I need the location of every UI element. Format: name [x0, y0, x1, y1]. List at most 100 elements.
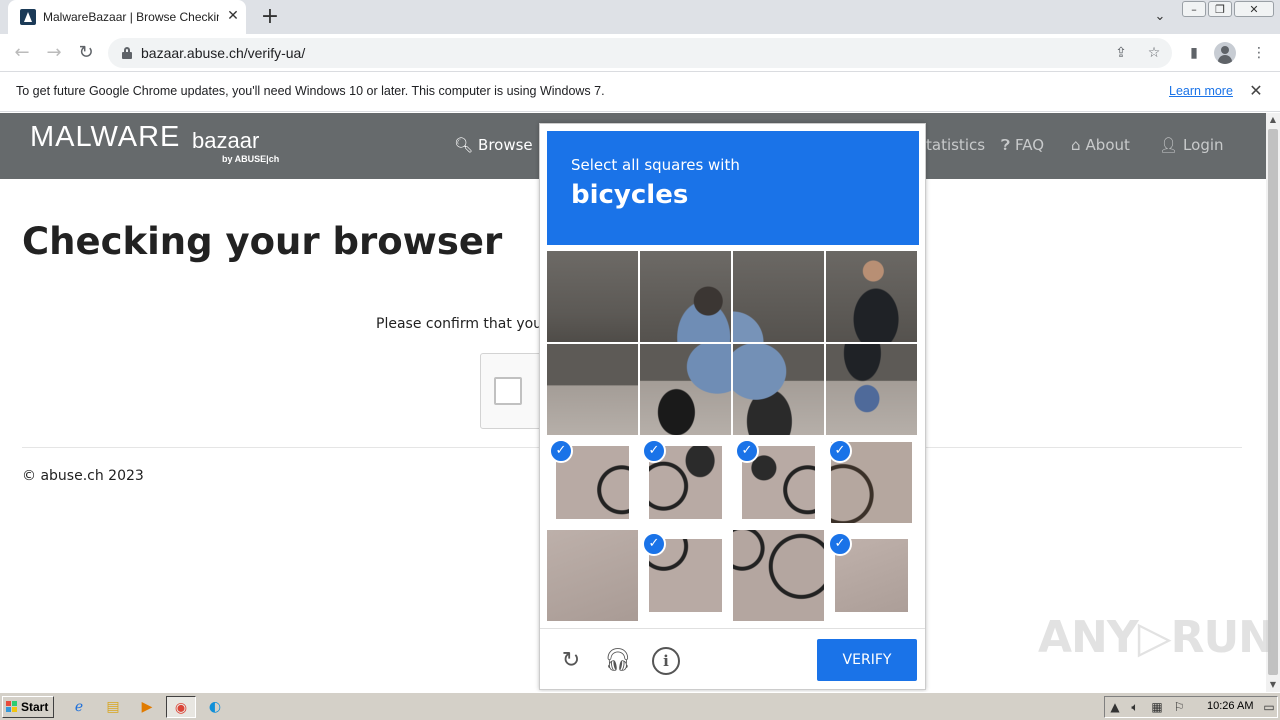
- challenge-tile[interactable]: [826, 344, 917, 435]
- tile-image: [733, 530, 824, 621]
- edge-icon[interactable]: ◐: [202, 696, 228, 718]
- forward-arrow-icon[interactable]: →: [40, 39, 68, 67]
- tile-image: [547, 344, 638, 435]
- show-desktop-icon[interactable]: ▭: [1261, 699, 1277, 715]
- nav-browse[interactable]: 🔍︎ Browse: [454, 136, 533, 154]
- challenge-tile[interactable]: [640, 344, 731, 435]
- lock-icon[interactable]: [122, 47, 132, 59]
- nav-about[interactable]: ⌂ About: [1071, 136, 1130, 154]
- start-label: Start: [21, 700, 49, 714]
- anyrun-watermark: ANY▷RUN: [1038, 612, 1275, 663]
- infobar-message: To get future Google Chrome updates, you…: [16, 84, 605, 98]
- tile-image: [547, 251, 638, 342]
- tile-image: [547, 530, 638, 621]
- challenge-tile-selected[interactable]: ✓: [826, 530, 917, 621]
- action-center-flag-icon[interactable]: ⚐: [1171, 699, 1187, 715]
- file-explorer-icon[interactable]: ▤: [100, 696, 126, 718]
- info-icon[interactable]: i: [652, 647, 680, 675]
- maximize-button[interactable]: ❐: [1208, 1, 1232, 17]
- tile-image: [733, 344, 824, 435]
- page-title: Checking your browser: [22, 220, 503, 263]
- nav-statistics[interactable]: tatistics: [926, 136, 985, 154]
- nav-about-label: About: [1085, 136, 1130, 154]
- browser-tab[interactable]: MalwareBazaar | Browse Checking y ✕: [8, 0, 246, 34]
- recaptcha-checkbox[interactable]: [494, 377, 522, 405]
- malwarebazaar-favicon-icon: [20, 9, 36, 25]
- challenge-footer: ↻ 🎧︎ i VERIFY: [540, 628, 925, 690]
- logo-bazaar[interactable]: bazaar: [192, 128, 259, 154]
- menu-dots-icon[interactable]: ⋮: [1248, 42, 1270, 64]
- start-button[interactable]: Start: [2, 696, 54, 718]
- tab-strip: MalwareBazaar | Browse Checking y ✕ + ⌄ …: [0, 0, 1280, 34]
- challenge-tile-selected[interactable]: ✓: [640, 530, 731, 621]
- side-panel-icon[interactable]: ▮: [1183, 42, 1205, 64]
- tile-image: [640, 251, 731, 342]
- back-arrow-icon[interactable]: ←: [8, 39, 36, 67]
- verify-button[interactable]: VERIFY: [817, 639, 917, 681]
- volume-icon[interactable]: 🔈︎: [1127, 699, 1143, 715]
- tab-title: MalwareBazaar | Browse Checking y: [43, 10, 219, 24]
- check-circle-icon: ✓: [642, 439, 666, 463]
- scroll-up-arrow-icon[interactable]: ▲: [1266, 113, 1280, 127]
- tab-close-icon[interactable]: ✕: [224, 7, 242, 25]
- star-icon[interactable]: ☆: [1143, 42, 1165, 64]
- browser-toolbar: ← → ↻ bazaar.abuse.ch/verify-ua/ ⇪ ☆ ▮ ⋮: [0, 34, 1280, 72]
- windows-logo-icon: [6, 701, 18, 713]
- tile-image: [733, 251, 824, 342]
- tile-image: [826, 344, 917, 435]
- building-icon: ⌂: [1071, 136, 1081, 154]
- logo-abuse-ch: by ABUSE|ch: [222, 154, 280, 164]
- tab-search-icon[interactable]: ⌄: [1148, 5, 1172, 29]
- internet-explorer-icon[interactable]: ℯ: [66, 696, 92, 718]
- headphones-audio-icon[interactable]: 🎧︎: [604, 647, 632, 675]
- challenge-grid: ✓ ✓ ✓ ✓ ✓ ✓: [547, 251, 919, 623]
- scroll-thumb[interactable]: [1268, 129, 1278, 675]
- challenge-tile[interactable]: [733, 251, 824, 342]
- url-text[interactable]: bazaar.abuse.ch/verify-ua/: [141, 45, 305, 61]
- window-close-button[interactable]: ✕: [1234, 1, 1274, 17]
- clock[interactable]: 10:26 AM: [1207, 700, 1253, 712]
- check-circle-icon: ✓: [549, 439, 573, 463]
- scroll-down-arrow-icon[interactable]: ▼: [1266, 678, 1280, 692]
- challenge-tile[interactable]: [733, 530, 824, 621]
- chrome-icon[interactable]: ◉: [166, 696, 196, 718]
- nav-faq-label: FAQ: [1015, 136, 1045, 154]
- nav-faq[interactable]: ❓︎ FAQ: [1001, 136, 1044, 154]
- profile-icon[interactable]: [1214, 42, 1236, 64]
- challenge-tile-selected[interactable]: ✓: [640, 437, 731, 528]
- windows-taskbar: Start ℯ ▤ ▶ ◉ ◐ ▲ 🔈︎ ▦ ⚐ 10:26 AM ▭: [0, 692, 1280, 720]
- nav-statistics-label: tatistics: [926, 136, 986, 154]
- address-bar[interactable]: bazaar.abuse.ch/verify-ua/ ⇪ ☆: [108, 38, 1172, 68]
- challenge-prompt: Select all squares with: [571, 156, 740, 174]
- recaptcha-challenge: Select all squares with bicycles ✓ ✓ ✓ ✓…: [539, 123, 926, 690]
- network-icon[interactable]: ▦: [1149, 699, 1165, 715]
- user-icon: 👤︎: [1159, 136, 1179, 154]
- challenge-tile-selected[interactable]: ✓: [547, 437, 638, 528]
- challenge-tile[interactable]: [547, 251, 638, 342]
- nav-login[interactable]: 👤︎ Login: [1159, 136, 1224, 154]
- show-hidden-icons-icon[interactable]: ▲: [1107, 699, 1123, 715]
- challenge-header: Select all squares with bicycles: [547, 131, 919, 245]
- new-tab-button[interactable]: +: [256, 3, 284, 31]
- check-circle-icon: ✓: [828, 532, 852, 556]
- media-player-icon[interactable]: ▶: [134, 696, 160, 718]
- challenge-tile-selected[interactable]: ✓: [826, 437, 917, 528]
- challenge-tile[interactable]: [733, 344, 824, 435]
- learn-more-link[interactable]: Learn more: [1169, 84, 1233, 98]
- minimize-button[interactable]: –: [1182, 1, 1206, 17]
- challenge-tile[interactable]: [640, 251, 731, 342]
- page-scrollbar[interactable]: ▲ ▼: [1266, 113, 1280, 692]
- challenge-tile[interactable]: [547, 344, 638, 435]
- share-icon[interactable]: ⇪: [1110, 42, 1132, 64]
- reload-challenge-icon[interactable]: ↻: [557, 647, 585, 675]
- logo-malware[interactable]: MALWARE: [30, 121, 180, 154]
- challenge-tile[interactable]: [547, 530, 638, 621]
- check-circle-icon: ✓: [828, 439, 852, 463]
- challenge-tile-selected[interactable]: ✓: [733, 437, 824, 528]
- check-circle-icon: ✓: [735, 439, 759, 463]
- challenge-tile[interactable]: [826, 251, 917, 342]
- challenge-target: bicycles: [571, 180, 689, 210]
- confirm-text: Please confirm that you: [376, 316, 543, 332]
- infobar-close-icon[interactable]: ✕: [1246, 81, 1266, 101]
- reload-icon[interactable]: ↻: [72, 39, 100, 67]
